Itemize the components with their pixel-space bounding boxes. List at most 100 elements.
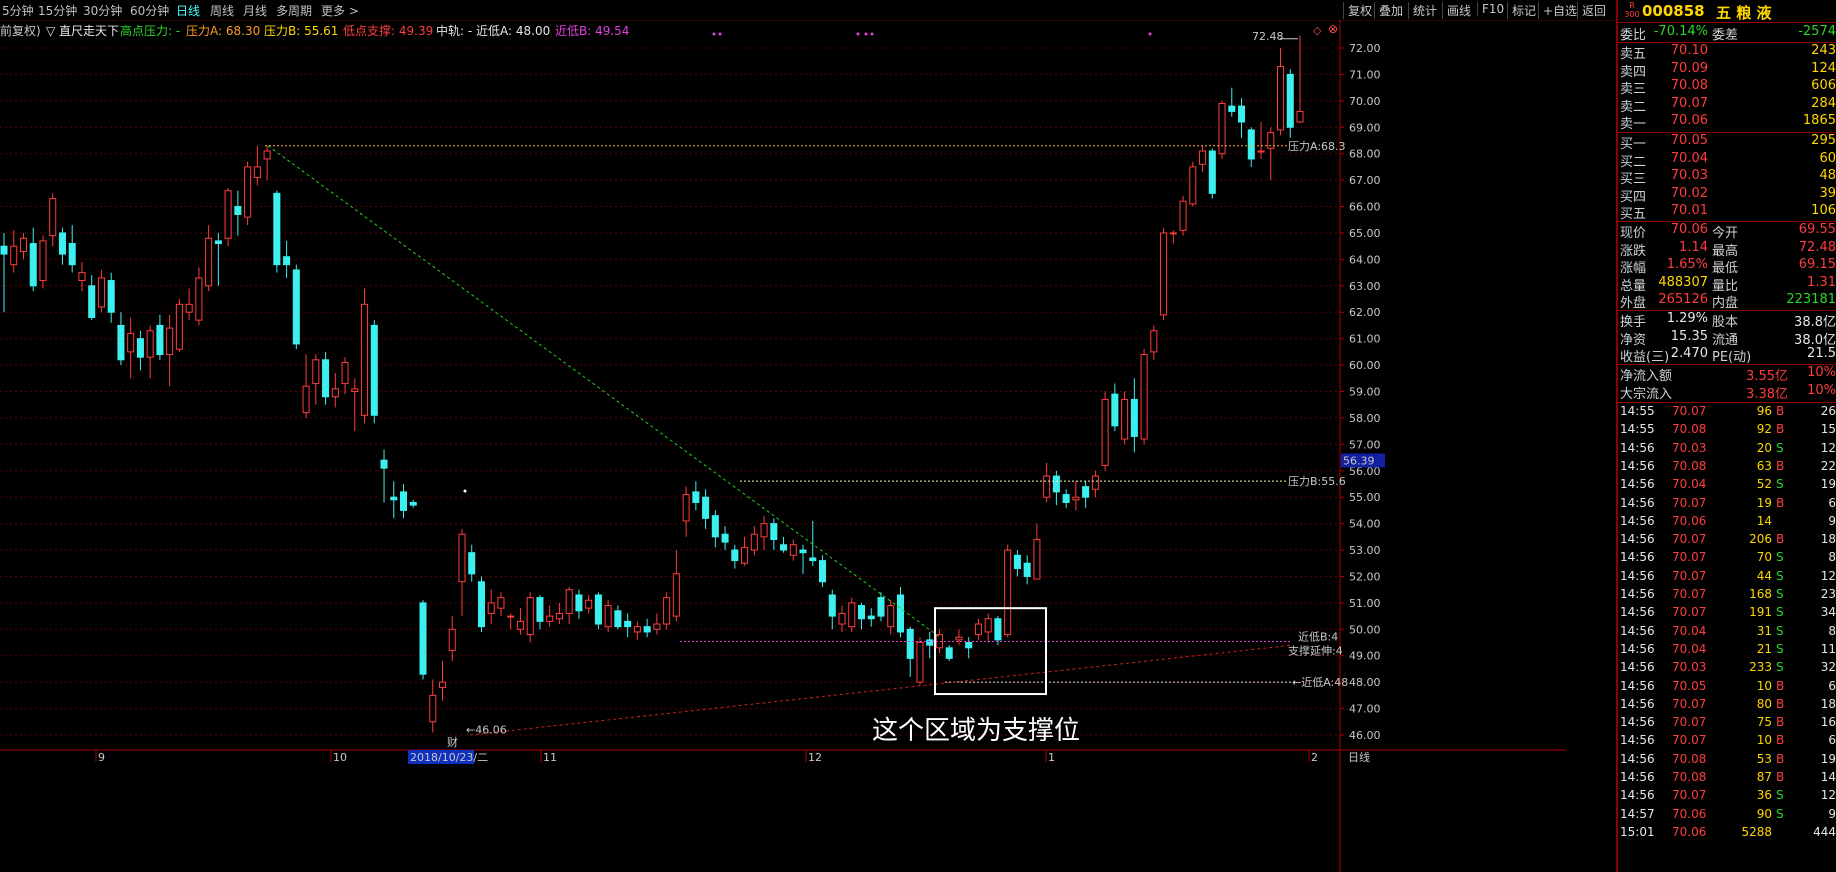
candle-body[interactable] bbox=[341, 361, 349, 385]
candle-body[interactable] bbox=[88, 285, 96, 319]
candle-body[interactable] bbox=[809, 557, 817, 562]
tick-row[interactable]: 14:56 70.04 31 S 8 bbox=[1620, 624, 1836, 642]
candle-body[interactable] bbox=[458, 533, 466, 583]
candle-body[interactable] bbox=[156, 324, 164, 356]
tool-button-3[interactable]: 画线 bbox=[1442, 2, 1471, 19]
candle-body[interactable] bbox=[555, 612, 563, 620]
candle-body[interactable] bbox=[750, 533, 758, 551]
candle-body[interactable] bbox=[292, 269, 300, 345]
tick-row[interactable]: 14:56 70.06 14 9 bbox=[1620, 514, 1836, 532]
candle-body[interactable] bbox=[127, 332, 135, 353]
candle-body[interactable] bbox=[1276, 65, 1285, 131]
candle-body[interactable] bbox=[166, 327, 174, 356]
tick-row[interactable]: 14:56 70.04 21 S 11 bbox=[1620, 642, 1836, 660]
tool-button-4[interactable]: F10 bbox=[1477, 2, 1504, 16]
tick-row[interactable]: 14:56 70.05 10 B 6 bbox=[1620, 679, 1836, 697]
candle-body[interactable] bbox=[224, 190, 232, 239]
candle-body[interactable] bbox=[487, 602, 495, 614]
tick-row[interactable]: 14:56 70.07 70 S 8 bbox=[1620, 550, 1836, 568]
candle-body[interactable] bbox=[263, 150, 271, 160]
candle-body[interactable] bbox=[1208, 150, 1216, 194]
candle-body[interactable] bbox=[692, 491, 700, 503]
candle-body[interactable] bbox=[214, 240, 222, 245]
candle-body[interactable] bbox=[955, 636, 963, 641]
diamond-icon[interactable]: ◇ bbox=[1313, 24, 1321, 37]
candle-body[interactable] bbox=[1160, 232, 1168, 316]
candle-body[interactable] bbox=[682, 494, 690, 522]
candle-body[interactable] bbox=[468, 552, 476, 575]
candle-body[interactable] bbox=[1238, 105, 1246, 123]
tick-row[interactable]: 14:56 70.07 36 S 12 bbox=[1620, 788, 1836, 806]
candle-body[interactable] bbox=[877, 597, 885, 617]
candle-body[interactable] bbox=[663, 597, 671, 625]
candle-body[interactable] bbox=[838, 612, 846, 625]
tick-row[interactable]: 14:56 70.03 20 S 12 bbox=[1620, 441, 1836, 459]
candle-body[interactable] bbox=[1189, 166, 1197, 205]
candle-body[interactable] bbox=[1257, 150, 1265, 153]
candle-body[interactable] bbox=[1072, 496, 1080, 501]
candle-body[interactable] bbox=[419, 602, 427, 675]
tool-button-5[interactable]: 标记 bbox=[1507, 2, 1536, 19]
candle-body[interactable] bbox=[1140, 354, 1148, 440]
candle-body[interactable] bbox=[1013, 554, 1021, 570]
period-tab-4[interactable]: 日线 bbox=[176, 2, 200, 19]
candle-body[interactable] bbox=[770, 523, 778, 540]
candle-body[interactable] bbox=[1052, 475, 1060, 493]
tick-row[interactable]: 14:56 70.08 53 B 19 bbox=[1620, 752, 1836, 770]
tick-row[interactable]: 14:56 70.07 19 B 6 bbox=[1620, 496, 1836, 514]
candle-body[interactable] bbox=[448, 628, 456, 651]
candle-body[interactable] bbox=[1062, 494, 1070, 503]
candle-body[interactable] bbox=[1043, 475, 1051, 498]
candle-body[interactable] bbox=[1101, 398, 1109, 466]
candle-body[interactable] bbox=[1296, 110, 1304, 123]
tool-button-2[interactable]: 统计 bbox=[1408, 2, 1437, 19]
candle-body[interactable] bbox=[195, 277, 203, 321]
tick-row[interactable]: 14:56 70.08 87 B 14 bbox=[1620, 770, 1836, 788]
tick-row[interactable]: 14:57 70.06 90 S 9 bbox=[1620, 807, 1836, 825]
candle-body[interactable] bbox=[438, 681, 447, 688]
tick-row[interactable]: 14:55 70.08 92 B 15 bbox=[1620, 422, 1836, 440]
tick-row[interactable]: 14:56 70.07 80 B 18 bbox=[1620, 697, 1836, 715]
candle-body[interactable] bbox=[370, 324, 378, 416]
candle-body[interactable] bbox=[322, 359, 330, 398]
candle-body[interactable] bbox=[760, 523, 768, 538]
candle-body[interactable] bbox=[380, 459, 388, 469]
candle-body[interactable] bbox=[49, 198, 57, 237]
period-tab-3[interactable]: 60分钟 bbox=[130, 2, 169, 19]
candle-body[interactable] bbox=[926, 639, 934, 646]
candle-body[interactable] bbox=[283, 256, 291, 266]
candle-body[interactable] bbox=[29, 243, 37, 287]
candle-body[interactable] bbox=[546, 615, 554, 622]
period-tab-8[interactable]: 更多 > bbox=[321, 2, 359, 19]
tick-row[interactable]: 14:55 70.07 96 B 26 bbox=[1620, 404, 1836, 422]
candle-body[interactable] bbox=[1169, 232, 1177, 235]
candle-body[interactable] bbox=[409, 501, 417, 506]
candle-body[interactable] bbox=[1199, 150, 1207, 165]
candle-body[interactable] bbox=[19, 237, 28, 252]
candle-body[interactable] bbox=[68, 243, 76, 266]
candle-body[interactable] bbox=[604, 605, 612, 628]
candle-body[interactable] bbox=[1286, 73, 1294, 128]
candle-body[interactable] bbox=[945, 647, 953, 659]
candle-body[interactable] bbox=[1228, 105, 1236, 112]
candle-body[interactable] bbox=[974, 623, 982, 636]
tick-row[interactable]: 14:56 70.07 168 S 23 bbox=[1620, 587, 1836, 605]
candle-body[interactable] bbox=[711, 515, 719, 538]
candle-body[interactable] bbox=[175, 303, 183, 350]
candle-body[interactable] bbox=[848, 602, 856, 628]
close-icon[interactable]: ⊗ bbox=[1328, 22, 1338, 36]
candle-body[interactable] bbox=[526, 597, 534, 636]
kline-chart[interactable]: 72.00 71.00 70.00 69.00 68.00 67.00 66.00 65.00… bbox=[0, 20, 1566, 872]
candle-body[interactable] bbox=[741, 546, 749, 564]
candle-body[interactable] bbox=[302, 385, 310, 414]
event-marker-icon[interactable]: 财 bbox=[447, 735, 458, 749]
candle-body[interactable] bbox=[1023, 562, 1031, 577]
period-tab-2[interactable]: 30分钟 bbox=[83, 2, 122, 19]
tick-row[interactable]: 14:56 70.03 233 S 32 bbox=[1620, 660, 1836, 678]
candle-body[interactable] bbox=[1121, 398, 1129, 440]
candle-body[interactable] bbox=[984, 618, 992, 633]
candle-body[interactable] bbox=[0, 245, 8, 255]
candle-body[interactable] bbox=[185, 303, 193, 313]
candle-body[interactable] bbox=[497, 597, 505, 609]
candle-body[interactable] bbox=[399, 491, 408, 511]
